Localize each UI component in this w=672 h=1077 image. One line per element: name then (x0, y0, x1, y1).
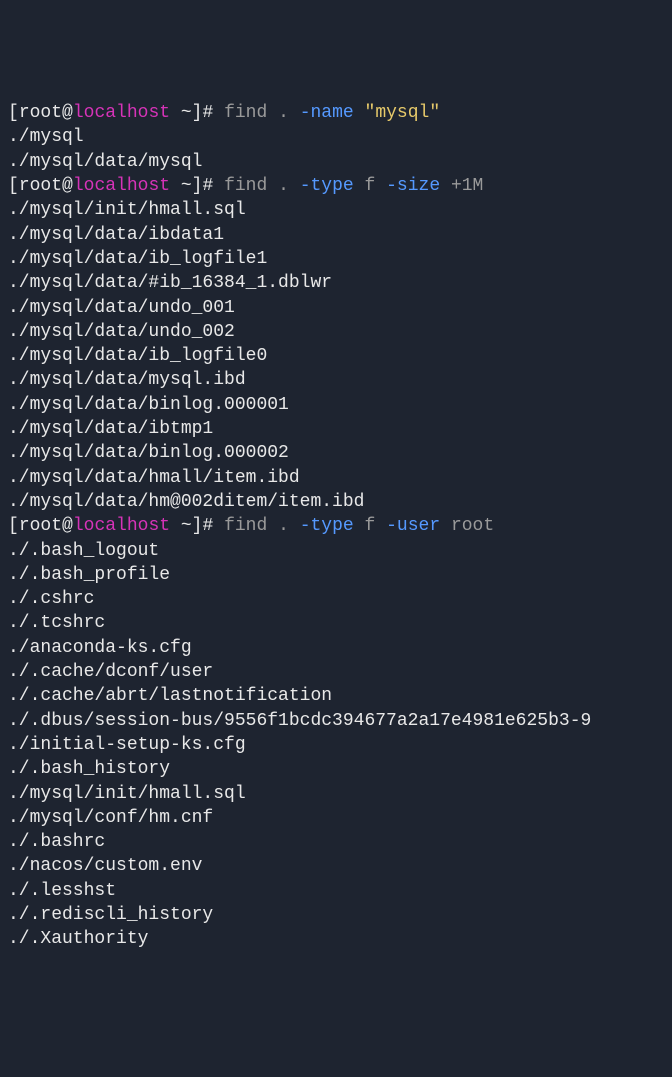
output-line: ./mysql/data/undo_001 (8, 296, 664, 320)
hostname: localhost (73, 103, 170, 123)
prompt-line-1[interactable]: [root@localhost ~]# find . -name "mysql" (8, 101, 664, 125)
bracket: [ (8, 103, 19, 123)
output-line: ./mysql/data/ibtmp1 (8, 417, 664, 441)
output-line: ./mysql/conf/hm.cnf (8, 806, 664, 830)
path: ~ (170, 176, 192, 196)
flag: -user (386, 516, 440, 536)
prompt-line-3[interactable]: [root@localhost ~]# find . -type f -user… (8, 514, 664, 538)
bracket: [ (8, 516, 19, 536)
output-line: ./initial-setup-ks.cfg (8, 733, 664, 757)
bracket-close: ]# (192, 516, 224, 536)
arg: +1M (440, 176, 483, 196)
output-line: ./mysql/data/undo_002 (8, 320, 664, 344)
output-line: ./.cache/dconf/user (8, 660, 664, 684)
prompt-line-2[interactable]: [root@localhost ~]# find . -type f -size… (8, 174, 664, 198)
output-line: ./mysql/data/binlog.000001 (8, 393, 664, 417)
command: find (224, 103, 267, 123)
output-line: ./.bash_history (8, 757, 664, 781)
bracket: [ (8, 176, 19, 196)
user: root (19, 516, 62, 536)
bracket-close: ]# (192, 103, 224, 123)
output-line: ./.bash_profile (8, 563, 664, 587)
arg: f (354, 516, 386, 536)
string-arg: "mysql" (354, 103, 440, 123)
arg: f (354, 176, 386, 196)
output-line: ./mysql/data/hm@002ditem/item.ibd (8, 490, 664, 514)
output-line: ./.cache/abrt/lastnotification (8, 684, 664, 708)
terminal-output: [root@localhost ~]# find . -name "mysql"… (8, 101, 664, 951)
output-line: ./.cshrc (8, 587, 664, 611)
bracket-close: ]# (192, 176, 224, 196)
output-line: ./mysql/data/mysql.ibd (8, 368, 664, 392)
output-line: ./nacos/custom.env (8, 854, 664, 878)
output-line: ./.dbus/session-bus/9556f1bcdc394677a2a1… (8, 709, 664, 733)
output-line: ./mysql/data/ib_logfile0 (8, 344, 664, 368)
output-line: ./mysql/data/binlog.000002 (8, 441, 664, 465)
output-line: ./.bash_logout (8, 539, 664, 563)
user: root (19, 176, 62, 196)
arg: . (267, 176, 299, 196)
flag: -size (386, 176, 440, 196)
output-line: ./.Xauthority (8, 927, 664, 951)
output-line: ./mysql/data/#ib_16384_1.dblwr (8, 271, 664, 295)
output-line: ./.bashrc (8, 830, 664, 854)
path: ~ (170, 103, 192, 123)
output-line: ./mysql/data/ibdata1 (8, 223, 664, 247)
hostname: localhost (73, 176, 170, 196)
output-line: ./anaconda-ks.cfg (8, 636, 664, 660)
arg: root (440, 516, 494, 536)
hostname: localhost (73, 516, 170, 536)
at-symbol: @ (62, 103, 73, 123)
flag: -name (300, 103, 354, 123)
flag: -type (300, 516, 354, 536)
output-line: ./mysql/data/ib_logfile1 (8, 247, 664, 271)
at-symbol: @ (62, 516, 73, 536)
output-line: ./mysql/data/hmall/item.ibd (8, 466, 664, 490)
output-line: ./mysql/data/mysql (8, 150, 664, 174)
at-symbol: @ (62, 176, 73, 196)
path: ~ (170, 516, 192, 536)
command: find (224, 176, 267, 196)
output-line: ./mysql/init/hmall.sql (8, 198, 664, 222)
output-line: ./mysql/init/hmall.sql (8, 782, 664, 806)
flag: -type (300, 176, 354, 196)
output-line: ./.lesshst (8, 879, 664, 903)
output-line: ./mysql (8, 125, 664, 149)
output-line: ./.rediscli_history (8, 903, 664, 927)
output-line: ./.tcshrc (8, 611, 664, 635)
arg: . (267, 516, 299, 536)
arg: . (267, 103, 299, 123)
user: root (19, 103, 62, 123)
command: find (224, 516, 267, 536)
